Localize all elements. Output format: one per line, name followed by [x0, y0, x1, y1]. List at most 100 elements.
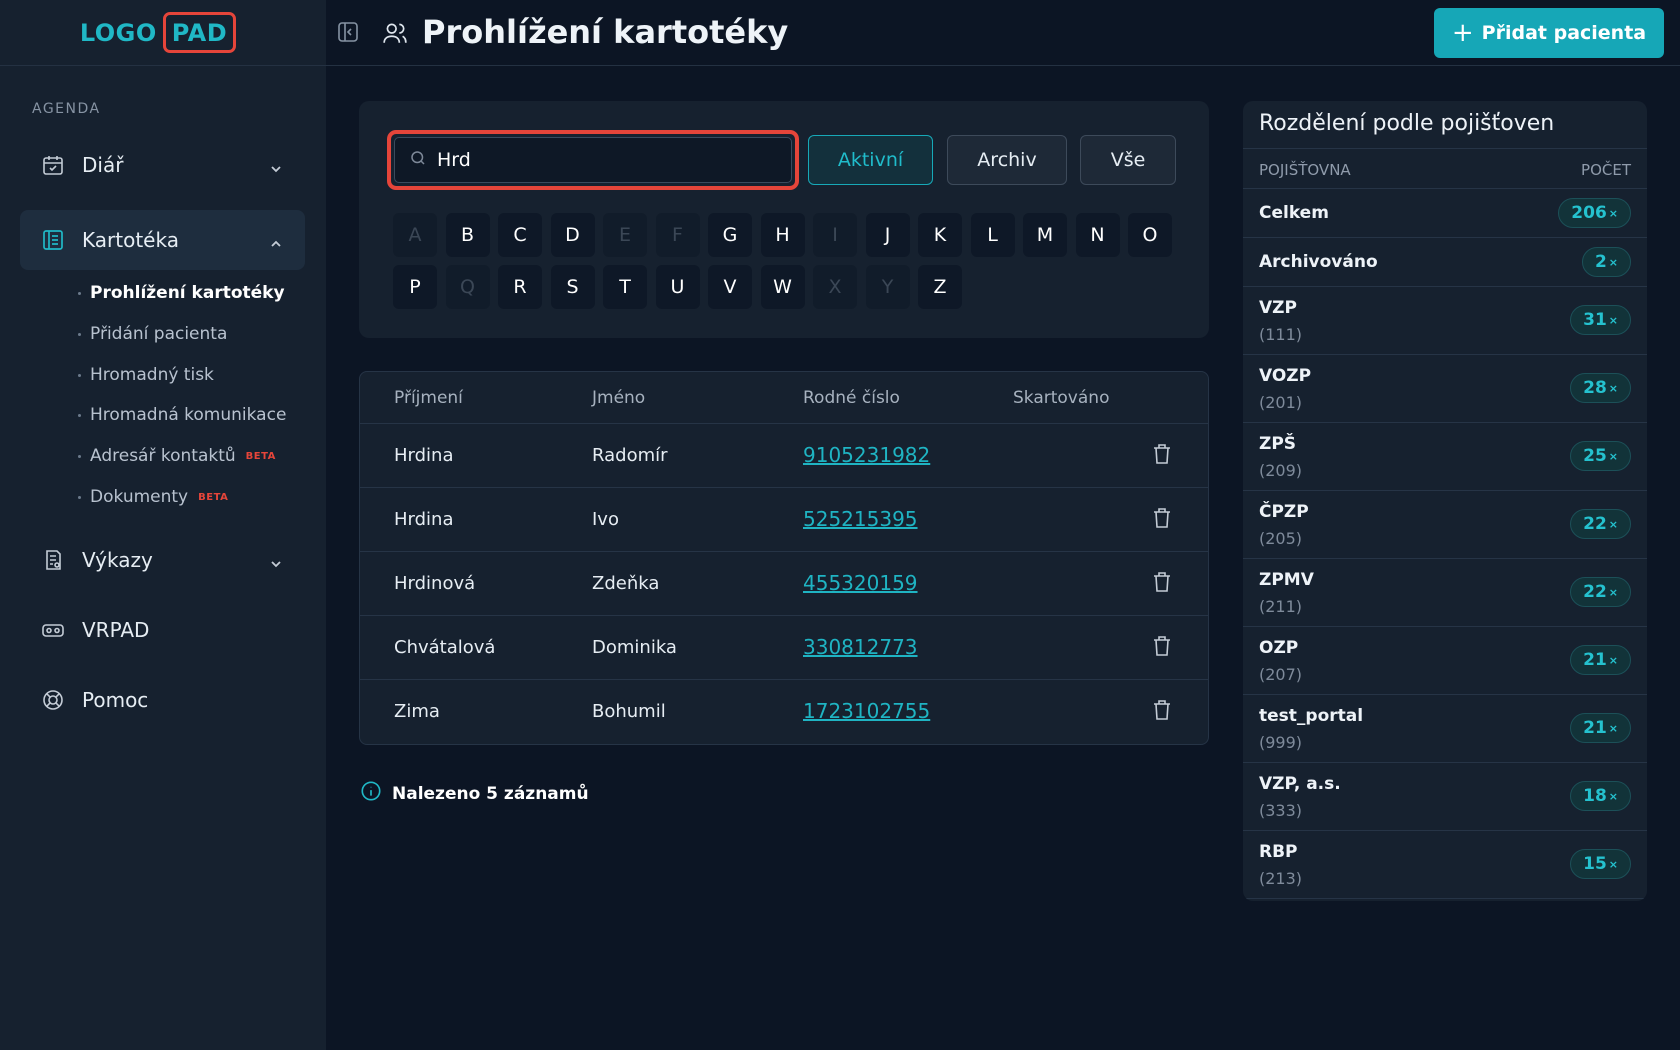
insurer-code: (111): [1259, 325, 1303, 344]
count-badge: 25 ×: [1570, 441, 1631, 471]
count-suffix: ×: [1608, 449, 1618, 463]
nav-item-vykazy[interactable]: Výkazy: [20, 530, 305, 590]
nav-item-diar[interactable]: Diář: [20, 135, 305, 195]
insurer-row: VZP (111) 31 ×: [1243, 287, 1647, 355]
insurer-row: Celkem 206 ×: [1243, 189, 1647, 238]
report-icon: [40, 547, 66, 573]
subitem-adresar[interactable]: Adresář kontaktů BETA: [78, 446, 276, 466]
insurers-title: Rozdělení podle pojišťoven: [1243, 101, 1647, 149]
nav-item-kartoteka[interactable]: Kartotéka: [20, 210, 305, 270]
count-suffix: ×: [1608, 789, 1618, 803]
cell-surname: Hrdina: [394, 445, 454, 466]
count-value: 21: [1583, 650, 1607, 670]
subitem-pridani[interactable]: Přidání pacienta: [78, 324, 227, 344]
logo-text: LOGO: [79, 18, 157, 47]
trash-icon[interactable]: [1152, 571, 1172, 598]
letter-p-button[interactable]: P: [393, 265, 437, 309]
letter-k-button[interactable]: K: [918, 213, 962, 257]
sidebar: LOGO PAD AGENDA Diář Kartotéka Prohlížen…: [0, 0, 326, 1050]
nav-label: Kartotéka: [82, 228, 179, 252]
nav-item-pomoc[interactable]: Pomoc: [20, 670, 305, 730]
letter-r-button[interactable]: R: [498, 265, 542, 309]
col-insurer: POJIŠŤOVNA: [1259, 161, 1351, 179]
count-suffix: ×: [1608, 721, 1618, 735]
search-input[interactable]: Hrd: [394, 137, 792, 183]
count-suffix: ×: [1608, 857, 1618, 871]
letter-w-button[interactable]: W: [760, 265, 805, 309]
insurer-code: (333): [1259, 801, 1303, 820]
table-body: Hrdina Radomír 9105231982 Hrdina Ivo 52521539…: [360, 424, 1208, 744]
letter-f-button: F: [655, 213, 700, 257]
filter-all-button[interactable]: Vše: [1080, 135, 1176, 185]
letter-g-button[interactable]: G: [708, 213, 752, 257]
insurers-header: POJIŠŤOVNA POČET: [1243, 149, 1647, 189]
rc-link[interactable]: 525215395: [803, 507, 918, 531]
rc-link[interactable]: 1723102755: [803, 699, 930, 723]
letter-u-button[interactable]: U: [655, 265, 700, 309]
letter-j-button[interactable]: J: [865, 213, 910, 257]
table-row[interactable]: Hrdinová Zdeňka 455320159: [360, 552, 1208, 616]
bullet-dot: [78, 373, 81, 377]
insurer-name: VZP, a.s.: [1259, 774, 1341, 794]
letter-t-button[interactable]: T: [603, 265, 647, 309]
count-value: 22: [1583, 514, 1607, 534]
count-suffix: ×: [1608, 255, 1618, 269]
filter-active-button[interactable]: Aktivní: [808, 135, 933, 185]
letter-b-button[interactable]: B: [445, 213, 490, 257]
logo[interactable]: LOGO PAD: [79, 12, 237, 53]
trash-icon[interactable]: [1152, 635, 1172, 662]
add-patient-button[interactable]: + Přidat pacienta: [1434, 8, 1664, 58]
subitem-prohlizeni[interactable]: Prohlížení kartotéky: [78, 283, 285, 303]
table-row[interactable]: Hrdina Radomír 9105231982: [360, 424, 1208, 488]
count-suffix: ×: [1608, 585, 1618, 599]
nav-label: Diář: [82, 153, 124, 177]
insurer-row: ZPMV (211) 22 ×: [1243, 559, 1647, 627]
letter-o-button[interactable]: O: [1128, 213, 1172, 257]
count-suffix: ×: [1608, 313, 1618, 327]
nav-item-vrpad[interactable]: VRPAD: [20, 600, 305, 660]
insurer-row: ČPZP (205) 22 ×: [1243, 491, 1647, 559]
letter-n-button[interactable]: N: [1075, 213, 1120, 257]
letter-c-button[interactable]: C: [498, 213, 542, 257]
subitem-tisk[interactable]: Hromadný tisk: [78, 365, 214, 385]
trash-icon[interactable]: [1152, 699, 1172, 726]
cell-name: Dominika: [592, 637, 677, 658]
letter-z-button[interactable]: Z: [918, 265, 962, 309]
filter-archive-button[interactable]: Archiv: [947, 135, 1067, 185]
col-shredded[interactable]: Skartováno: [1013, 388, 1109, 408]
table-row[interactable]: Zima Bohumil 1723102755: [360, 680, 1208, 744]
subitem-komunikace[interactable]: Hromadná komunikace: [78, 405, 286, 425]
files-icon: [40, 227, 66, 253]
rc-link[interactable]: 9105231982: [803, 443, 930, 467]
subitem-dokumenty[interactable]: Dokumenty BETA: [78, 487, 228, 507]
cell-name: Ivo: [592, 509, 619, 530]
col-name[interactable]: Jméno: [592, 388, 645, 408]
table-row[interactable]: Chvátalová Dominika 330812773: [360, 616, 1208, 680]
letter-h-button[interactable]: H: [760, 213, 805, 257]
sidebar-collapse-icon[interactable]: [336, 20, 360, 48]
insurer-code: (213): [1259, 869, 1303, 888]
letter-m-button[interactable]: M: [1023, 213, 1067, 257]
count-badge: 22 ×: [1570, 577, 1631, 607]
letter-l-button[interactable]: L: [970, 213, 1015, 257]
plus-icon: +: [1451, 18, 1474, 48]
cell-name: Bohumil: [592, 701, 666, 722]
col-surname[interactable]: Příjmení: [394, 388, 463, 408]
beta-badge: BETA: [245, 450, 276, 462]
insurers-list: Celkem 206 × Archivováno 2 × VZP (111) 31 × VOZP (2…: [1243, 189, 1647, 899]
letter-s-button[interactable]: S: [550, 265, 595, 309]
col-rc[interactable]: Rodné číslo: [803, 388, 900, 408]
help-lifebuoy-icon: [40, 687, 66, 713]
rc-link[interactable]: 455320159: [803, 571, 918, 595]
trash-icon[interactable]: [1152, 507, 1172, 534]
rc-link[interactable]: 330812773: [803, 635, 918, 659]
trash-icon[interactable]: [1152, 443, 1172, 470]
insurer-name: ČPZP: [1259, 502, 1309, 522]
letter-d-button[interactable]: D: [550, 213, 595, 257]
beta-badge: BETA: [198, 491, 229, 503]
letter-v-button[interactable]: V: [708, 265, 752, 309]
count-value: 18: [1583, 786, 1607, 806]
table-row[interactable]: Hrdina Ivo 525215395: [360, 488, 1208, 552]
search-icon: [409, 149, 427, 171]
topbar: Prohlížení kartotéky + Přidat pacienta: [326, 0, 1680, 66]
